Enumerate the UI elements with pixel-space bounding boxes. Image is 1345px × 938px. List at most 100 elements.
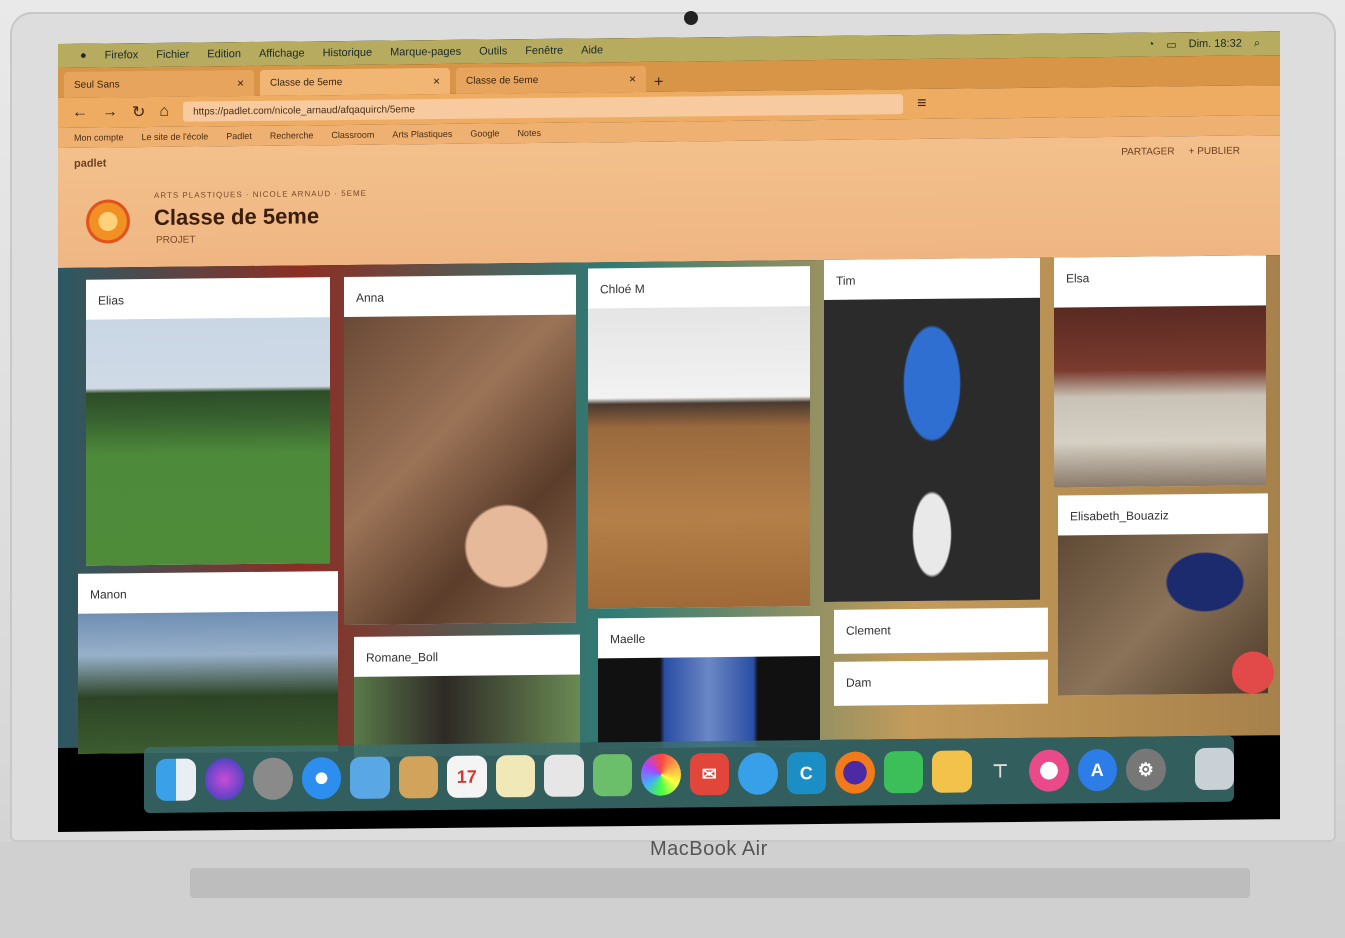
post-photo [1054, 305, 1266, 488]
post-card[interactable]: Clement [834, 607, 1048, 654]
menu-bookmarks[interactable]: Marque-pages [390, 46, 461, 59]
post-card[interactable]: Tim [824, 257, 1040, 602]
post-card[interactable]: Elsa [1054, 255, 1266, 488]
safari-icon[interactable] [301, 757, 341, 800]
messages-icon[interactable] [738, 752, 778, 795]
c-app-icon[interactable]: C [786, 751, 826, 795]
post-card[interactable]: Romane_Boll [354, 634, 580, 757]
keynote-icon[interactable]: ⊤ [981, 750, 1021, 792]
post-photo [86, 317, 330, 566]
post-author: Romane_Boll [366, 650, 439, 665]
itunes-icon[interactable] [1029, 749, 1069, 792]
wifi-icon[interactable]: ◔ [1148, 38, 1155, 51]
laptop-screen: ● Firefox Fichier Edition Affichage Hist… [58, 31, 1280, 833]
padlet-header: padlet PARTAGER + PUBLIER ARTS PLASTIQUE… [58, 135, 1280, 268]
post-author: Manon [90, 587, 127, 602]
post-author: Elisabeth_Bouaziz [1070, 508, 1169, 524]
post-photo [344, 314, 576, 626]
menu-edit[interactable]: Edition [207, 48, 241, 60]
tab-2[interactable]: Classe de 5eme × [260, 67, 450, 96]
forward-icon[interactable]: → [102, 103, 118, 121]
post-photo [588, 306, 810, 609]
new-tab-button[interactable]: + [654, 74, 663, 92]
pages-icon[interactable] [932, 750, 972, 793]
battery-icon[interactable]: ▭ [1166, 38, 1176, 51]
reload-icon[interactable]: ↻ [132, 102, 145, 122]
photos-icon[interactable] [350, 756, 390, 799]
laptop-brand: MacBook Air [650, 838, 768, 860]
tab-label: Seul Sans [74, 78, 120, 91]
close-icon[interactable]: × [629, 72, 636, 86]
menu-icon[interactable]: ≡ [917, 95, 926, 113]
preferences-icon[interactable]: ⚙ [1126, 748, 1166, 791]
bookmark-item[interactable]: Le site de l'école [142, 131, 209, 142]
post-author: Chloé M [600, 281, 645, 297]
bookmark-item[interactable]: Mon compte [74, 132, 124, 143]
menu-firefox[interactable]: Firefox [105, 49, 139, 61]
close-icon[interactable]: × [433, 74, 440, 88]
post-author: Elias [98, 293, 125, 308]
home-icon[interactable]: ⌂ [159, 103, 169, 121]
url-bar[interactable]: https://padlet.com/nicole_arnaud/afqaqui… [183, 94, 904, 122]
menu-tools[interactable]: Outils [479, 45, 507, 57]
facetime-icon[interactable] [883, 750, 923, 794]
tab-label: Classe de 5eme [270, 76, 343, 89]
tab-1[interactable]: Seul Sans × [64, 69, 254, 98]
back-icon[interactable]: ← [72, 104, 88, 122]
share-link[interactable]: PARTAGER [1121, 146, 1174, 158]
laptop-hinge [190, 868, 1250, 898]
padlet-brand[interactable]: padlet [74, 157, 106, 169]
launchpad-icon[interactable] [253, 757, 293, 800]
post-card[interactable]: Anna [344, 274, 576, 626]
post-card[interactable]: Manon [78, 571, 338, 754]
menu-history[interactable]: Historique [323, 47, 373, 60]
post-card[interactable]: Elias [86, 277, 330, 566]
menu-file[interactable]: Fichier [156, 49, 189, 61]
menu-window[interactable]: Fenêtre [525, 45, 563, 57]
post-photo [824, 297, 1040, 602]
trash-icon[interactable] [1194, 747, 1234, 791]
post-author: Anna [356, 290, 385, 305]
post-author: Tim [836, 273, 856, 288]
post-photo [78, 611, 338, 754]
finder-icon[interactable] [156, 758, 196, 801]
bookmark-item[interactable]: Recherche [270, 130, 314, 140]
notes-icon[interactable] [398, 756, 438, 799]
maps-icon[interactable] [592, 753, 632, 797]
bookmark-item[interactable]: Classroom [331, 130, 374, 140]
bookmark-item[interactable]: Arts Plastiques [392, 129, 452, 140]
bookmark-item[interactable]: Padlet [226, 131, 252, 141]
post-photo [598, 656, 820, 749]
post-card[interactable]: Chloé M [588, 266, 810, 609]
menu-help[interactable]: Aide [581, 44, 603, 56]
tab-3[interactable]: Classe de 5eme × [456, 65, 646, 94]
add-post-button[interactable] [1232, 651, 1274, 694]
breadcrumb: ARTS PLASTIQUES · NICOLE ARNAUD · 5EME [154, 188, 368, 200]
page-title: Classe de 5eme [154, 203, 320, 230]
post-author: Maelle [610, 631, 646, 647]
preview-icon[interactable] [544, 754, 584, 797]
textedit-icon[interactable] [495, 755, 535, 798]
firefox-icon[interactable] [835, 751, 875, 794]
mail-icon[interactable]: ✉ [689, 752, 729, 796]
menu-view[interactable]: Affichage [259, 47, 305, 59]
post-card[interactable]: Maelle [598, 616, 820, 749]
publish-link[interactable]: + PUBLIER [1189, 146, 1240, 158]
bookmark-item[interactable]: Notes [517, 128, 541, 138]
appstore-icon[interactable]: A [1077, 748, 1117, 792]
tab-label: Classe de 5eme [466, 74, 539, 87]
photos2-icon[interactable] [641, 753, 681, 796]
close-icon[interactable]: × [237, 76, 244, 90]
calendar-icon[interactable]: 17 [447, 755, 487, 798]
page-subtitle: PROJET [156, 234, 196, 246]
clock[interactable]: Dim. 18:32 [1189, 37, 1242, 51]
mac-dock: 17 ✉ C ⊤ A ⚙ [144, 735, 1234, 814]
post-card[interactable]: Dam [834, 659, 1048, 706]
spotlight-icon[interactable]: ⌕ [1254, 37, 1260, 50]
padlet-logo [86, 199, 130, 244]
post-author: Elsa [1066, 271, 1090, 286]
siri-icon[interactable] [204, 758, 244, 801]
apple-icon[interactable]: ● [80, 50, 87, 62]
padlet-wall: Elias Manon Anna Romane_Boll Chloé M Mae… [58, 255, 1280, 757]
bookmark-item[interactable]: Google [470, 128, 499, 138]
